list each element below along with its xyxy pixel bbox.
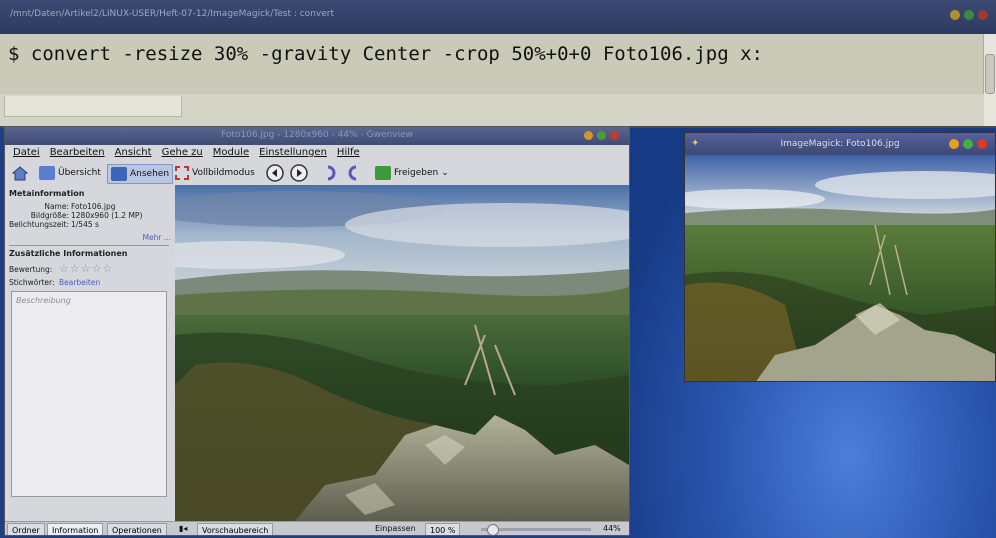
more-link[interactable]: Mehr ... [143,233,171,242]
close-icon[interactable] [610,131,619,140]
minimize-icon[interactable] [950,10,960,20]
terminal-titlebar[interactable]: /mnt/Daten/Artikel2/LINUX-USER/Heft-07-1… [0,0,996,34]
overview-label: Übersicht [58,168,101,178]
rating-stars[interactable]: ☆ ☆ ☆ ☆ ☆ [59,263,112,274]
preview-toggle[interactable]: Vorschaubereich [197,523,274,535]
gwenview-titlebar[interactable]: Foto106.jpg - 1280x960 - 44% - Gwenview [5,127,629,145]
star-icon[interactable]: ☆ [92,263,102,274]
grid-icon [39,166,55,180]
close-icon[interactable] [977,139,987,149]
zoom-slider-handle[interactable] [487,524,499,535]
scrollbar-thumb[interactable] [985,54,995,94]
minimize-icon[interactable] [584,131,593,140]
toolbar: Übersicht Ansehen Vollbildmodus Freigebe… [5,161,629,186]
maximize-icon[interactable] [964,10,974,20]
gwenview-window-controls [584,131,619,140]
view-button[interactable]: Ansehen [107,164,174,184]
rotate-right-button[interactable] [345,164,361,182]
name-value: Foto106.jpg [71,202,116,211]
view-label: Ansehen [130,169,170,179]
star-icon[interactable]: ☆ [59,263,69,274]
previous-button[interactable] [265,164,285,182]
zoom-slider[interactable] [481,524,591,535]
name-label: Name: [44,202,69,211]
terminal-command-line: $ convert -resize 30% -gravity Center -c… [8,43,763,65]
tab-folders[interactable]: Ordner [7,523,45,535]
star-icon[interactable]: ☆ [103,263,113,274]
imagemagick-window: ✦ ImageMagick: Foto106.jpg [684,132,996,382]
sidebar-toggle-icon[interactable]: ▮◂ [179,524,187,533]
share-button[interactable]: Freigeben ⌄ [375,164,449,182]
gwenview-title: Foto106.jpg - 1280x960 - 44% - Gwenview [221,130,413,140]
terminal-body[interactable]: $ convert -resize 30% -gravity Center -c… [0,34,984,94]
imagemagick-titlebar[interactable]: ✦ ImageMagick: Foto106.jpg [685,133,995,155]
imagemagick-window-controls [949,139,987,149]
overview-button[interactable]: Übersicht [39,164,101,182]
next-button[interactable] [289,164,309,182]
terminal-scrollbar[interactable] [983,34,996,126]
terminal-window-controls [950,10,988,20]
maximize-icon[interactable] [597,131,606,140]
fullscreen-label: Vollbildmodus [192,168,255,178]
rotate-right-icon [348,165,357,181]
zoom-level: 44% [603,524,621,533]
tab-operations[interactable]: Operationen [107,523,167,535]
main-image-view[interactable] [175,185,629,521]
rating-label: Bewertung: [9,265,53,274]
description-placeholder: Beschreibung [16,296,71,305]
zoom-100-button[interactable]: 100 % [425,523,461,535]
tab-information[interactable]: Information [47,523,104,535]
image-icon [111,167,127,181]
keywords-label: Stichwörter: [9,278,55,287]
exposure-label: Belichtungszeit: [8,220,69,229]
star-icon[interactable]: ☆ [81,263,91,274]
menu-gehe-zu[interactable]: Gehe zu [162,145,203,161]
sidebar: Metainformation Name: Foto106.jpg Bildgr… [5,185,176,521]
gwenview-window: Foto106.jpg - 1280x960 - 44% - Gwenview … [4,126,630,536]
extra-heading: Zusätzliche Informationen [9,249,128,258]
previous-icon [266,164,284,182]
terminal-title: /mnt/Daten/Artikel2/LINUX-USER/Heft-07-1… [10,9,334,19]
divider [9,245,169,246]
description-textarea[interactable]: Beschreibung [11,291,167,497]
minimize-icon[interactable] [949,139,959,149]
imagemagick-image-view[interactable] [685,155,995,381]
menu-hilfe[interactable]: Hilfe [337,145,360,161]
menubar: Datei Bearbeiten Ansicht Gehe zu Module … [5,145,629,161]
statusbar: Ordner Information Operationen ▮◂ Vorsch… [5,521,629,535]
menu-ansicht[interactable]: Ansicht [115,145,152,161]
share-icon [375,166,391,180]
terminal-tabstrip [0,94,984,126]
exposure-value: 1/545 s [71,220,99,229]
size-value: 1280x960 (1.2 MP) [71,211,143,220]
close-icon[interactable] [978,10,988,20]
home-icon [11,166,29,181]
menu-bearbeiten[interactable]: Bearbeiten [50,145,105,161]
menu-module[interactable]: Module [213,145,249,161]
landscape-photo [175,185,629,521]
chevron-down-icon: ⌄ [441,168,449,178]
maximize-icon[interactable] [963,139,973,149]
next-icon [290,164,308,182]
keywords-edit-link[interactable]: Bearbeiten [59,278,100,287]
rotate-left-icon [327,165,336,181]
menu-einstellungen[interactable]: Einstellungen [259,145,327,161]
cropped-photo [685,155,995,381]
fit-button[interactable]: Einpassen [375,524,416,533]
fullscreen-button[interactable]: Vollbildmodus [175,164,255,182]
fullscreen-icon [175,166,189,180]
menu-datei[interactable]: Datei [13,145,40,161]
star-icon[interactable]: ☆ [70,263,80,274]
terminal-window: /mnt/Daten/Artikel2/LINUX-USER/Heft-07-1… [0,0,996,128]
home-button[interactable] [11,164,29,182]
meta-heading: Metainformation [9,189,85,198]
terminal-tab[interactable] [4,96,182,117]
share-label: Freigeben [394,168,439,178]
rotate-left-button[interactable] [323,164,339,182]
size-label: Bildgröße: [30,211,69,220]
